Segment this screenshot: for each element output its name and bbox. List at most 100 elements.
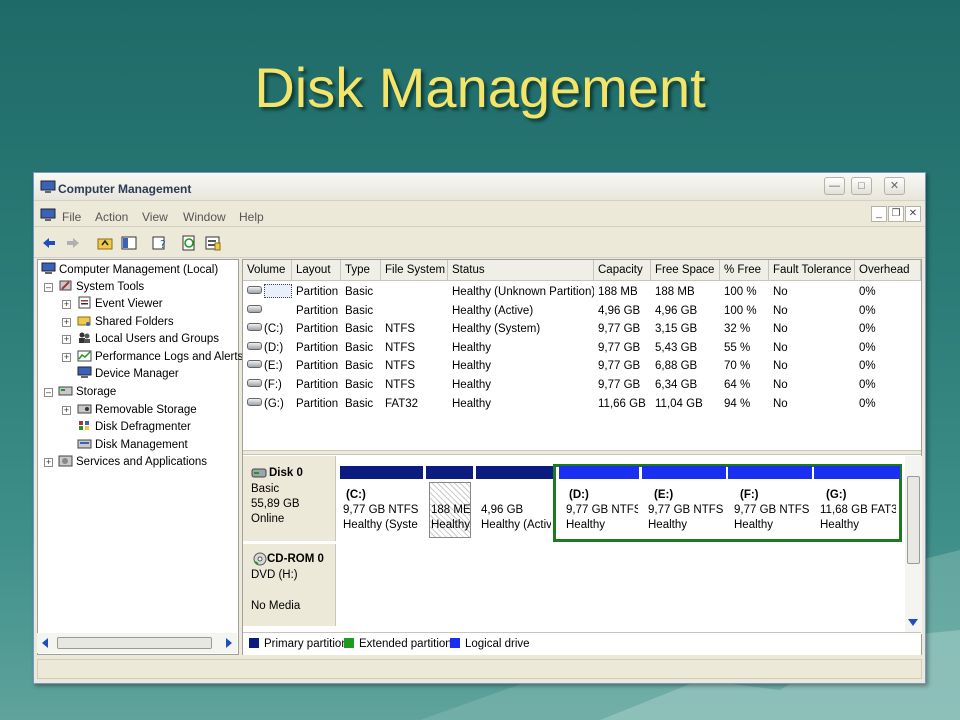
collapse-system-tools[interactable]: – <box>44 283 53 292</box>
tree-item-performance-logs[interactable]: Performance Logs and Alerts <box>77 349 243 366</box>
tree-label: System Tools <box>76 281 145 293</box>
legend-extended: Extended partition <box>344 638 452 650</box>
column-type[interactable]: Type <box>341 260 381 281</box>
tree-item-services-applications[interactable]: Services and Applications <box>58 454 207 471</box>
tree-item-storage[interactable]: Storage <box>58 384 116 401</box>
partition-unknown[interactable]: 188 ME Healthy <box>426 466 473 540</box>
table-row[interactable]: (D:) Partition Basic NTFS Healthy 9,77 GB 5,43… <box>243 339 921 357</box>
volume-icon <box>247 379 262 387</box>
up-folder-icon[interactable] <box>96 234 114 252</box>
menu-help[interactable]: Help <box>239 210 264 224</box>
document-window-icon[interactable] <box>40 208 56 222</box>
tree-horizontal-scrollbar[interactable] <box>37 633 237 653</box>
cell-text: 70 % <box>724 360 751 373</box>
cell-text: 32 % <box>724 323 751 336</box>
close-button[interactable]: ✕ <box>884 177 905 195</box>
expand-removable-storage[interactable]: + <box>62 406 71 415</box>
device-manager-icon <box>77 366 92 378</box>
cell-layout: Partition <box>292 376 341 394</box>
tree-item-system-tools[interactable]: System Tools <box>58 279 144 296</box>
logical-drive-bar <box>728 466 812 479</box>
partition-g[interactable]: (G:) 11,68 GB FAT3 Healthy <box>814 466 900 540</box>
tree-item-removable-storage[interactable]: Removable Storage <box>77 402 197 419</box>
cdrom-0-label[interactable]: CD-ROM 0 DVD (H:) No Media <box>243 544 336 626</box>
legend-label: Logical drive <box>465 638 530 650</box>
partition-f[interactable]: (F:) 9,77 GB NTFS Healthy <box>728 466 812 540</box>
scroll-right-icon[interactable] <box>225 638 233 648</box>
partition-active[interactable]: 4,96 GB Healthy (Activ <box>476 466 553 540</box>
cell-layout: Partition <box>292 339 341 357</box>
cell-volume: (G:) <box>243 395 292 413</box>
expand-shared-folders[interactable]: + <box>62 318 71 327</box>
performance-icon <box>77 350 92 362</box>
tree-item-shared-folders[interactable]: Shared Folders <box>77 314 174 331</box>
cell-text: No <box>773 397 788 410</box>
minimize-button[interactable]: — <box>824 177 845 195</box>
partition-label: (C:) <box>346 489 366 501</box>
child-close-button[interactable]: ✕ <box>905 206 921 222</box>
cell-free: 5,43 GB <box>651 339 720 357</box>
scroll-down-icon[interactable] <box>908 619 918 626</box>
back-arrow-icon[interactable] <box>40 234 58 252</box>
partition-d[interactable]: (D:) 9,77 GB NTFS Healthy <box>559 466 639 540</box>
partition-c[interactable]: (C:) 9,77 GB NTFS Healthy (Syste <box>340 466 423 540</box>
partition-label: (G:) <box>826 489 847 501</box>
collapse-storage[interactable]: – <box>44 388 53 397</box>
maximize-button[interactable]: □ <box>851 177 872 195</box>
expand-perf-logs[interactable]: + <box>62 353 71 362</box>
show-hide-tree-icon[interactable] <box>120 234 138 252</box>
cell-free: 4,96 GB <box>651 302 720 320</box>
cell-text: 188 MB <box>655 286 695 298</box>
volume-icon <box>247 304 262 313</box>
tree-item-disk-management[interactable]: Disk Management <box>77 437 188 454</box>
properties-icon[interactable]: ? <box>150 234 168 252</box>
column-overhead[interactable]: Overhead <box>855 260 921 281</box>
tree-item-local-users[interactable]: Local Users and Groups <box>77 331 219 348</box>
menu-view[interactable]: View <box>142 210 168 224</box>
partition-e[interactable]: (E:) 9,77 GB NTFS Healthy <box>642 466 726 540</box>
tree-item-root[interactable]: Computer Management (Local) <box>41 262 218 279</box>
table-row[interactable]: (C:) Partition Basic NTFS Healthy (System) 9,… <box>243 320 921 338</box>
column-volume[interactable]: Volume <box>243 260 292 281</box>
refresh-icon[interactable] <box>180 234 198 252</box>
tree-item-event-viewer[interactable]: Event Viewer <box>77 296 163 313</box>
table-row[interactable]: (G:) Partition Basic FAT32 Healthy 11,66 GB 11… <box>243 395 921 413</box>
column-fault-tolerance[interactable]: Fault Tolerance <box>769 260 855 281</box>
partition-status: Healthy (Syste <box>343 519 418 531</box>
pane-splitter[interactable] <box>243 450 921 455</box>
expand-services-apps[interactable]: + <box>44 458 53 467</box>
volume-icon <box>247 341 262 350</box>
table-row[interactable]: (F:) Partition Basic NTFS Healthy 9,77 GB 6,34… <box>243 376 921 394</box>
column-file-system[interactable]: File System <box>381 260 448 281</box>
title-bar[interactable]: Computer Management — □ ✕ <box>34 173 925 201</box>
cell-capacity: 4,96 GB <box>594 302 651 320</box>
menu-window[interactable]: Window <box>183 210 226 224</box>
menu-action[interactable]: Action <box>95 210 128 224</box>
forward-arrow-icon[interactable] <box>64 234 82 252</box>
table-row[interactable]: Partition Basic Healthy (Active) 4,96 GB 4,9… <box>243 302 921 320</box>
expand-event-viewer[interactable]: + <box>62 300 71 309</box>
column-layout[interactable]: Layout <box>292 260 341 281</box>
table-row[interactable]: (E:) Partition Basic NTFS Healthy 9,77 GB 6,88… <box>243 357 921 375</box>
expand-local-users[interactable]: + <box>62 335 71 344</box>
tree-item-device-manager[interactable]: Device Manager <box>77 366 179 383</box>
cell-text: Basic <box>345 304 374 317</box>
column-percent-free[interactable]: % Free <box>720 260 769 281</box>
export-list-icon[interactable] <box>204 234 222 252</box>
tree-item-disk-defragmenter[interactable]: Disk Defragmenter <box>77 419 191 436</box>
disk-0-label[interactable]: Disk 0 Basic 55,89 GB Online <box>243 456 336 541</box>
column-capacity[interactable]: Capacity <box>594 260 651 281</box>
disk-view-vertical-scrollbar[interactable] <box>905 456 922 634</box>
cell-text: FAT32 <box>385 397 419 410</box>
menu-file[interactable]: File <box>62 210 81 224</box>
table-row[interactable]: Partition Basic Healthy (Unknown Partition… <box>243 283 921 301</box>
scroll-left-icon[interactable] <box>41 638 49 648</box>
users-icon <box>79 332 90 343</box>
column-free-space[interactable]: Free Space <box>651 260 720 281</box>
column-status[interactable]: Status <box>448 260 594 281</box>
child-restore-button[interactable]: ❐ <box>888 206 904 222</box>
scrollbar-thumb[interactable] <box>57 637 212 649</box>
cell-text: 11,04 GB <box>655 397 703 410</box>
scrollbar-thumb[interactable] <box>907 476 920 564</box>
child-minimize-button[interactable]: _ <box>871 206 887 222</box>
